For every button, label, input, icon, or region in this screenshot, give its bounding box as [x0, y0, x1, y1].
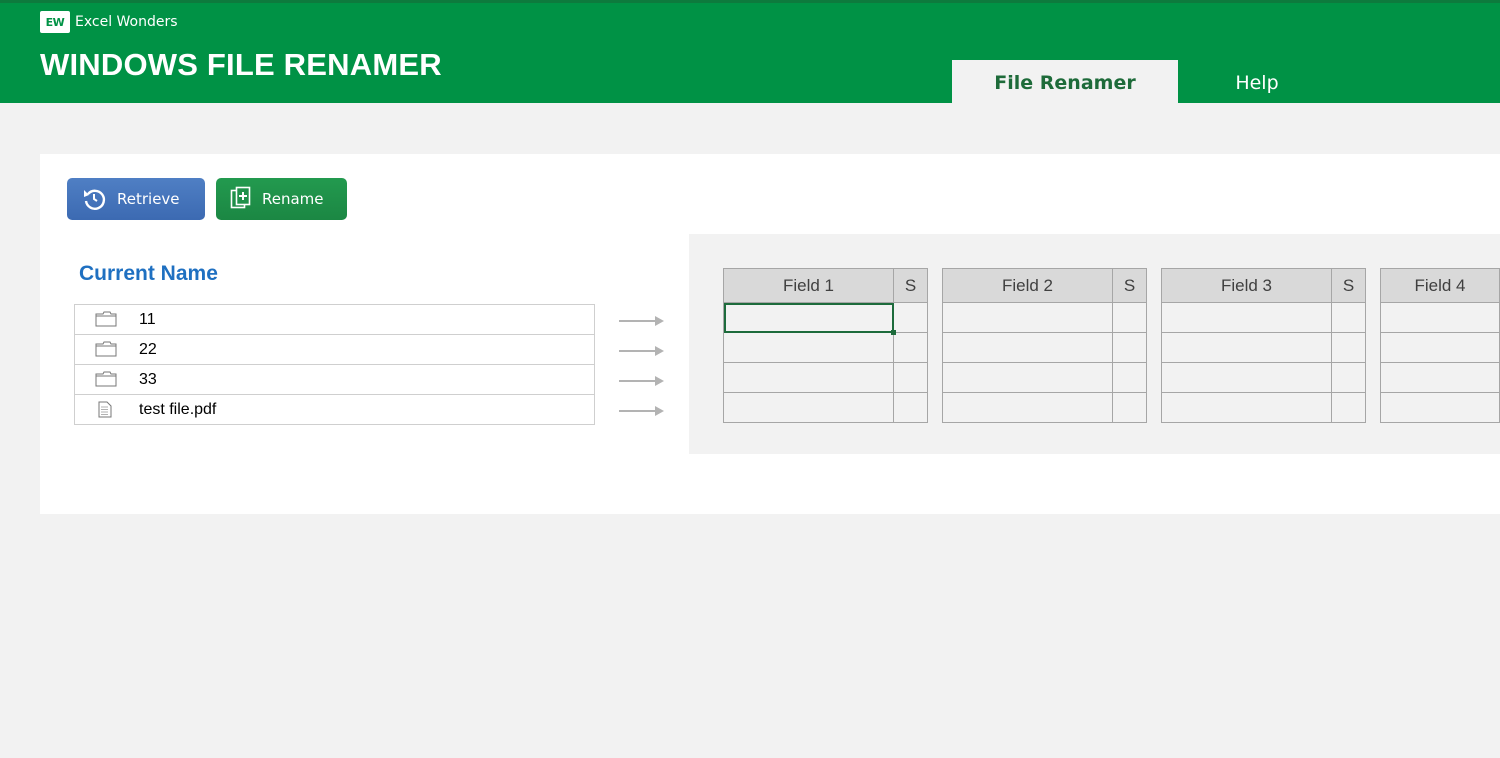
brand-logo: EW: [40, 11, 70, 33]
field-cell[interactable]: [1380, 332, 1500, 363]
field-cell[interactable]: [942, 332, 1113, 363]
folder-icon: [95, 371, 117, 392]
file-name: test file.pdf: [139, 401, 217, 418]
separator-cell[interactable]: [1112, 302, 1147, 333]
field-header: Field 1: [723, 268, 894, 303]
app-title: WINDOWS FILE RENAMER: [40, 47, 442, 82]
rename-button[interactable]: Rename: [216, 178, 347, 220]
field-cell[interactable]: [942, 392, 1113, 423]
separator-cell[interactable]: [893, 332, 928, 363]
field-header: Field 4: [1380, 268, 1500, 303]
field-cell[interactable]: [942, 362, 1113, 393]
arrow-right-icon: [619, 406, 664, 416]
field-group-1: Field 1 S: [723, 268, 928, 423]
field-group-2: Field 2 S: [942, 268, 1147, 423]
brand: EW Excel Wonders: [40, 11, 178, 33]
main-panel: Retrieve Rename Current Name 11 22 33 te…: [40, 154, 1500, 514]
list-item[interactable]: test file.pdf: [75, 395, 594, 425]
field-cell[interactable]: [723, 392, 894, 423]
current-files-list: 11 22 33 test file.pdf: [74, 304, 595, 425]
folder-icon: [95, 311, 117, 332]
separator-header: S: [1112, 268, 1147, 303]
tab-help[interactable]: Help: [1144, 60, 1370, 106]
arrow-right-icon: [619, 376, 664, 386]
field-cell[interactable]: [1380, 362, 1500, 393]
file-name: 22: [139, 341, 157, 358]
new-name-fields-area: Field 1 S Field 2 S Field 3 S Field 4: [689, 234, 1500, 454]
file-name: 11: [139, 311, 156, 328]
list-item[interactable]: 22: [75, 335, 594, 365]
add-file-icon: [230, 186, 251, 209]
field-cell[interactable]: [723, 302, 897, 336]
separator-cell[interactable]: [893, 362, 928, 393]
field-group-4: Field 4: [1380, 268, 1500, 423]
separator-cell[interactable]: [1331, 332, 1366, 363]
separator-header: S: [893, 268, 928, 303]
file-name: 33: [139, 371, 157, 388]
field-cell[interactable]: [1380, 302, 1500, 333]
brand-name: Excel Wonders: [75, 14, 178, 30]
field-cell[interactable]: [1380, 392, 1500, 423]
separator-header: S: [1331, 268, 1366, 303]
list-item[interactable]: 11: [75, 305, 594, 335]
field-cell[interactable]: [723, 362, 894, 393]
separator-cell[interactable]: [1331, 362, 1366, 393]
field-cell[interactable]: [942, 302, 1113, 333]
arrow-right-icon: [619, 346, 664, 356]
field-cell[interactable]: [1161, 332, 1332, 363]
app-header: EW Excel Wonders WINDOWS FILE RENAMER Fi…: [0, 0, 1500, 106]
field-header: Field 3: [1161, 268, 1332, 303]
arrow-right-icon: [619, 316, 664, 326]
refresh-icon: [84, 189, 106, 210]
folder-icon: [95, 341, 117, 362]
current-name-heading: Current Name: [79, 262, 218, 285]
separator-cell[interactable]: [1112, 332, 1147, 363]
field-group-3: Field 3 S: [1161, 268, 1366, 423]
separator-cell[interactable]: [893, 392, 928, 423]
separator-cell[interactable]: [893, 302, 928, 333]
field-header: Field 2: [942, 268, 1113, 303]
rename-button-label: Rename: [262, 190, 324, 208]
separator-cell[interactable]: [1331, 302, 1366, 333]
document-icon: [98, 401, 112, 423]
separator-cell[interactable]: [1331, 392, 1366, 423]
field-cell[interactable]: [1161, 302, 1332, 333]
retrieve-button[interactable]: Retrieve: [67, 178, 205, 220]
field-cell[interactable]: [723, 332, 894, 363]
list-item[interactable]: 33: [75, 365, 594, 395]
separator-cell[interactable]: [1112, 392, 1147, 423]
separator-cell[interactable]: [1112, 362, 1147, 393]
field-cell[interactable]: [1161, 392, 1332, 423]
retrieve-button-label: Retrieve: [117, 190, 180, 208]
field-cell[interactable]: [1161, 362, 1332, 393]
